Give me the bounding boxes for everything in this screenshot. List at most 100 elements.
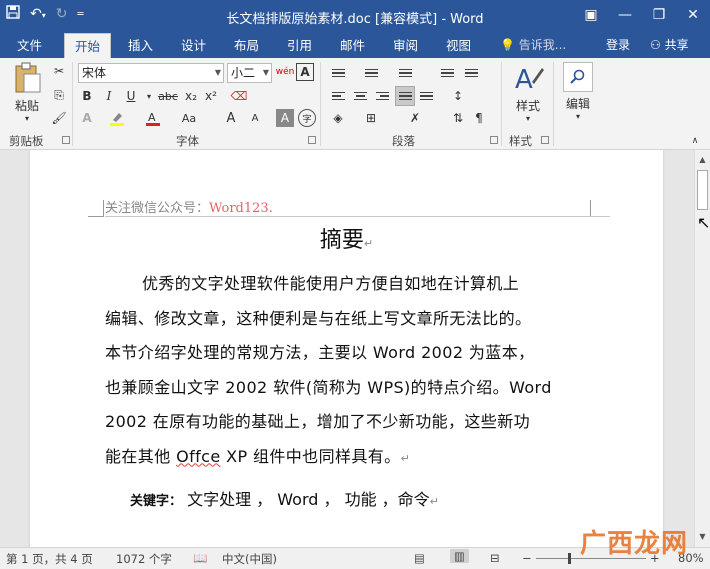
tab-home[interactable]: 开始 bbox=[64, 33, 112, 58]
paragraph-launcher-icon[interactable] bbox=[490, 136, 498, 144]
font-size-dropdown[interactable]: 小二 ▼ bbox=[227, 63, 272, 83]
misspelled-word[interactable]: Offce bbox=[176, 447, 221, 466]
tab-file[interactable]: 文件 bbox=[17, 33, 42, 58]
line-spacing-icon[interactable]: ↕ bbox=[449, 87, 467, 105]
increase-indent-icon[interactable] bbox=[462, 64, 480, 82]
page-count[interactable]: 第 1 页，共 4 页 bbox=[6, 551, 93, 567]
align-center-icon[interactable] bbox=[351, 87, 369, 105]
cut-icon[interactable]: ✂ bbox=[50, 62, 68, 80]
print-layout-icon[interactable]: ▥ bbox=[450, 549, 469, 563]
char-border-icon[interactable]: A bbox=[296, 63, 314, 81]
document-area: 关注微信公众号：Word123. 摘要↵ 优秀的文字处理软件能使用户方便自如地在… bbox=[0, 150, 694, 547]
proofing-icon[interactable]: 📖 bbox=[193, 551, 207, 565]
copy-icon[interactable]: ⎘ bbox=[50, 86, 68, 104]
format-painter-icon[interactable]: 🖌 bbox=[50, 109, 68, 127]
styles-launcher-icon[interactable] bbox=[541, 136, 549, 144]
share-label: 共享 bbox=[664, 38, 689, 52]
clear-formatting-icon[interactable]: ⌫ bbox=[230, 87, 248, 105]
title-text: 摘要 bbox=[319, 228, 364, 253]
tab-references[interactable]: 引用 bbox=[287, 33, 312, 58]
change-case-button[interactable]: Aa bbox=[178, 109, 200, 127]
save-icon[interactable] bbox=[6, 5, 20, 23]
italic-button[interactable]: I bbox=[100, 87, 118, 105]
ribbon-home: 粘贴 ▾ ✂ ⎘ 🖌 剪贴板 宋体 ▼ 小二 ▼ wén A B I U ▾ abc… bbox=[0, 58, 710, 150]
zoom-out-icon[interactable]: − bbox=[522, 551, 532, 565]
header-text: 关注微信公众号： bbox=[105, 201, 210, 216]
zoom-slider-thumb[interactable] bbox=[568, 553, 571, 564]
header-divider bbox=[105, 216, 610, 217]
clipboard-launcher-icon[interactable] bbox=[62, 136, 70, 144]
scroll-up-icon[interactable]: ▲ bbox=[695, 152, 710, 168]
shrink-font-button[interactable]: A bbox=[246, 109, 264, 127]
search-icon bbox=[563, 62, 593, 92]
web-layout-icon[interactable]: ⊟ bbox=[490, 551, 500, 565]
font-size-value: 小二 bbox=[231, 66, 256, 80]
person-icon: ⚇ bbox=[650, 38, 661, 52]
minimize-icon[interactable]: — bbox=[608, 0, 642, 30]
tab-insert[interactable]: 插入 bbox=[128, 33, 153, 58]
sort-icon[interactable]: ⇅ bbox=[449, 109, 467, 127]
tab-mailings[interactable]: 邮件 bbox=[340, 33, 365, 58]
undo-icon[interactable]: ↶▾ bbox=[30, 6, 46, 22]
enclose-char-icon[interactable]: 字 bbox=[298, 109, 316, 127]
tab-review[interactable]: 审阅 bbox=[393, 33, 418, 58]
distributed-icon[interactable] bbox=[417, 87, 435, 105]
styles-group-label: 样式 bbox=[509, 134, 532, 148]
editing-button[interactable]: 编辑 ▾ bbox=[560, 62, 596, 121]
align-right-icon[interactable] bbox=[373, 87, 391, 105]
char-shading-button[interactable]: A bbox=[276, 109, 294, 127]
borders-icon[interactable]: ⊞ bbox=[362, 109, 380, 127]
multilevel-list-icon[interactable] bbox=[396, 64, 414, 82]
tell-me-search[interactable]: 💡 告诉我... bbox=[500, 33, 566, 58]
ribbon-display-icon[interactable]: ▣ bbox=[574, 0, 608, 30]
restore-icon[interactable]: ❐ bbox=[642, 0, 676, 30]
align-left-icon[interactable] bbox=[329, 87, 347, 105]
paste-button[interactable]: 粘贴 ▾ bbox=[10, 62, 44, 123]
highlight-color-icon[interactable] bbox=[108, 109, 126, 127]
decrease-indent-icon[interactable] bbox=[438, 64, 456, 82]
mouse-pointer-icon: ↖ bbox=[697, 213, 710, 232]
font-launcher-icon[interactable] bbox=[308, 136, 316, 144]
vertical-scrollbar[interactable]: ▲ ▼ bbox=[694, 150, 710, 547]
bold-button[interactable]: B bbox=[78, 87, 96, 105]
text-line: 能在其他 Offce XP 组件中也同样具有。↵ bbox=[105, 446, 411, 466]
phonetic-guide-icon[interactable]: wén bbox=[276, 63, 295, 81]
svg-text:A: A bbox=[515, 65, 533, 94]
show-marks-icon[interactable]: ¶ bbox=[470, 109, 488, 127]
word-count[interactable]: 1072 个字 bbox=[116, 551, 172, 567]
bullets-icon[interactable] bbox=[329, 64, 347, 82]
justify-icon[interactable] bbox=[395, 86, 415, 106]
shading-icon[interactable]: ◈ bbox=[329, 109, 347, 127]
grow-font-button[interactable]: A bbox=[222, 109, 240, 127]
login-button[interactable]: 登录 bbox=[606, 33, 630, 58]
redo-icon[interactable]: ↻ bbox=[56, 6, 68, 22]
strikethrough-button[interactable]: abc bbox=[156, 87, 180, 105]
tab-design[interactable]: 设计 bbox=[181, 33, 206, 58]
superscript-button[interactable]: x² bbox=[202, 87, 220, 105]
customize-icon[interactable]: ═ bbox=[77, 9, 83, 20]
document-page[interactable]: 关注微信公众号：Word123. 摘要↵ 优秀的文字处理软件能使用户方便自如地在… bbox=[30, 150, 663, 547]
svg-text:A: A bbox=[148, 111, 156, 124]
styles-button[interactable]: A 样式 ▾ bbox=[509, 62, 547, 123]
chinese-layout-icon[interactable]: ✗ bbox=[406, 109, 424, 127]
font-group-label: 字体 bbox=[176, 134, 199, 148]
tab-view[interactable]: 视图 bbox=[446, 33, 471, 58]
underline-button[interactable]: U bbox=[122, 87, 140, 105]
numbering-icon[interactable] bbox=[362, 64, 380, 82]
close-icon[interactable]: ✕ bbox=[676, 0, 710, 30]
read-mode-icon[interactable]: ▤ bbox=[414, 551, 425, 565]
text-effects-icon[interactable]: A bbox=[78, 109, 96, 127]
subscript-button[interactable]: x₂ bbox=[182, 87, 200, 105]
collapse-ribbon-icon[interactable]: ∧ bbox=[686, 132, 704, 150]
lightbulb-icon: 💡 bbox=[500, 38, 515, 52]
scroll-thumb[interactable] bbox=[697, 170, 708, 210]
text-line: 2002 在原有功能的基础上，增加了不少新功能，这些新功 bbox=[105, 412, 531, 431]
scroll-down-icon[interactable]: ▼ bbox=[695, 529, 710, 545]
language-indicator[interactable]: 中文(中国) bbox=[222, 551, 277, 567]
tab-layout[interactable]: 布局 bbox=[234, 33, 259, 58]
share-button[interactable]: ⚇ 共享 bbox=[650, 33, 689, 58]
font-color-icon[interactable]: A bbox=[144, 109, 162, 127]
keywords-line: 关键字： 文字处理 ， Word ， 功能 ，命令↵ bbox=[130, 490, 439, 509]
font-name-dropdown[interactable]: 宋体 ▼ bbox=[78, 63, 224, 83]
page-header: 关注微信公众号：Word123. bbox=[105, 197, 273, 216]
